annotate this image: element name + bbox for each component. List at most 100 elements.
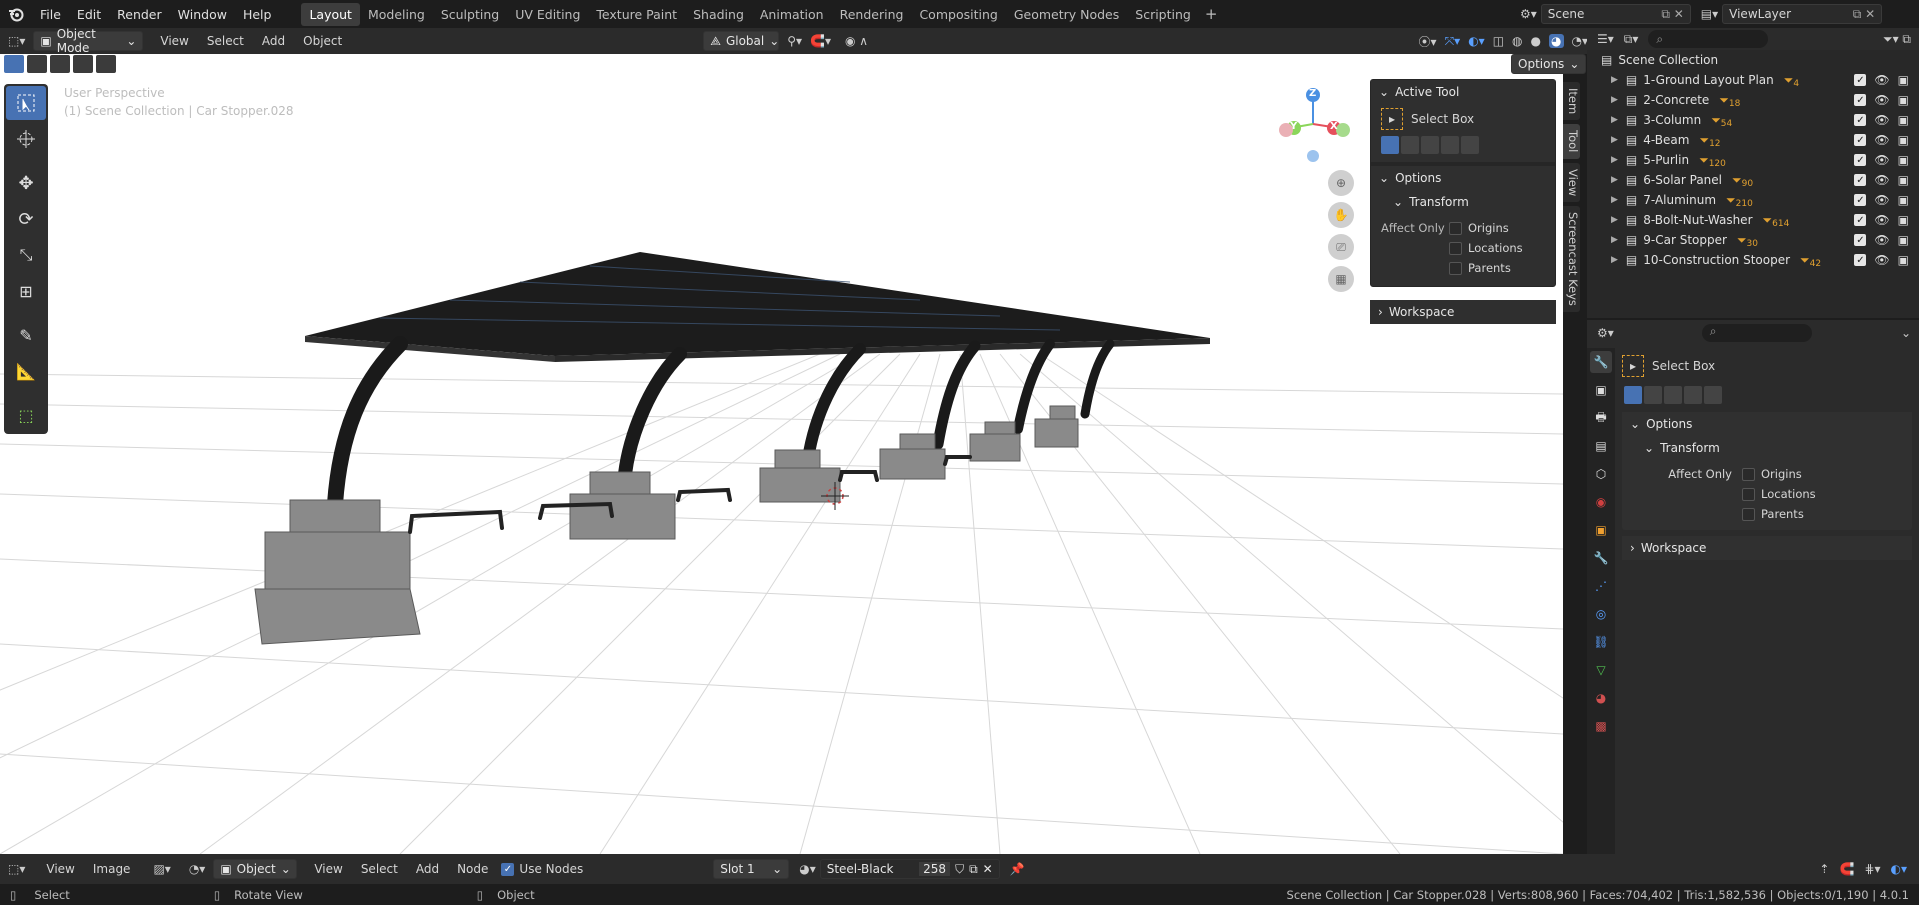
- camera-icon[interactable]: ▣: [1898, 73, 1909, 87]
- image-browse-icon[interactable]: ▨▾: [153, 862, 170, 876]
- outliner-collection-row[interactable]: ▶ ▤ 7-Aluminum ⏷ 210 ✓ 👁 ▣: [1587, 190, 1919, 210]
- overlays-icon[interactable]: ◐▾: [1468, 34, 1485, 48]
- camera-icon[interactable]: ▣: [1898, 113, 1909, 127]
- tab-animation[interactable]: Animation: [752, 3, 832, 26]
- material-name-field[interactable]: Steel-Black 258 ⛉ ⧉ ✕: [819, 859, 1000, 879]
- mode-selector[interactable]: ▣ Object Mode ⌄: [33, 27, 144, 55]
- node-menu-node[interactable]: Node: [448, 862, 497, 876]
- material-browse-icon[interactable]: ◕▾: [799, 862, 816, 876]
- use-nodes-checkbox[interactable]: ✓: [501, 862, 515, 876]
- material-tab-icon[interactable]: ◕: [1590, 687, 1612, 709]
- exclude-checkbox[interactable]: ✓: [1854, 94, 1867, 106]
- bottom-menu-image[interactable]: Image: [84, 862, 140, 876]
- eye-icon[interactable]: 👁: [1874, 253, 1889, 267]
- tab-sculpting[interactable]: Sculpting: [433, 3, 507, 26]
- exclude-checkbox[interactable]: ✓: [1854, 134, 1867, 146]
- blender-logo-icon[interactable]: [4, 2, 28, 26]
- outliner-collection-row[interactable]: ▶ ▤ 8-Bolt-Nut-Washer ⏷ 614 ✓ 👁 ▣: [1587, 210, 1919, 230]
- bottom-menu-view[interactable]: View: [37, 862, 83, 876]
- menu-edit[interactable]: Edit: [69, 7, 109, 22]
- props-locations-checkbox[interactable]: [1742, 487, 1755, 501]
- modifier-tab-icon[interactable]: 🔧: [1590, 547, 1612, 569]
- 3d-viewport[interactable]: User Perspective (1) Scene Collection | …: [0, 54, 1563, 854]
- shading-material-icon[interactable]: ◕: [1549, 34, 1564, 48]
- workspace-panel-header[interactable]: › Workspace: [1370, 300, 1556, 324]
- tab-item[interactable]: Item: [1563, 82, 1580, 121]
- new-scene-icon[interactable]: ⧉ ✕: [1661, 7, 1683, 22]
- props-mode-invert-icon[interactable]: [1684, 386, 1702, 404]
- parents-checkbox[interactable]: [1449, 261, 1462, 275]
- menu-file[interactable]: File: [32, 7, 69, 22]
- camera-icon[interactable]: ▣: [1898, 193, 1909, 207]
- props-origins-checkbox[interactable]: [1742, 467, 1755, 481]
- add-workspace-button[interactable]: +: [1199, 5, 1224, 23]
- props-options-header[interactable]: ⌄ Options: [1622, 412, 1912, 436]
- expand-arrow-icon[interactable]: ▶: [1611, 235, 1618, 245]
- render-tab-icon[interactable]: ▣: [1590, 379, 1612, 401]
- select-extend-icon[interactable]: [27, 55, 47, 73]
- expand-arrow-icon[interactable]: ▶: [1611, 255, 1618, 265]
- exclude-checkbox[interactable]: ✓: [1854, 254, 1867, 266]
- props-parents-checkbox[interactable]: [1742, 507, 1755, 521]
- mode-subtract-icon[interactable]: [1421, 136, 1439, 154]
- eye-icon[interactable]: 👁: [1874, 173, 1889, 187]
- xray-icon[interactable]: ◫: [1493, 34, 1504, 48]
- pin-icon[interactable]: 📌: [1010, 862, 1025, 876]
- snap-icon[interactable]: 🧲▾: [810, 34, 831, 48]
- props-transform-header[interactable]: ⌄ Transform: [1622, 436, 1912, 460]
- select-new-icon[interactable]: [4, 55, 24, 73]
- scene-icon[interactable]: ⚙▾: [1520, 7, 1537, 21]
- pivot-icon[interactable]: ⚲▾: [787, 34, 802, 48]
- origins-checkbox[interactable]: [1449, 221, 1462, 235]
- menu-select[interactable]: Select: [198, 34, 253, 48]
- outliner-collection-row[interactable]: ▶ ▤ 3-Column ⏷ 54 ✓ 👁 ▣: [1587, 110, 1919, 130]
- expand-arrow-icon[interactable]: ▶: [1611, 75, 1618, 85]
- view-layer-icon[interactable]: ▤▾: [1701, 7, 1718, 21]
- eye-icon[interactable]: 👁: [1874, 193, 1889, 207]
- new-view-layer-icon[interactable]: ⧉ ✕: [1853, 7, 1875, 22]
- slot-selector[interactable]: Slot 1 ⌄: [713, 859, 790, 879]
- shader-editor-type-icon[interactable]: ⬚▾: [8, 862, 25, 876]
- menu-window[interactable]: Window: [170, 7, 235, 22]
- editor-type-icon[interactable]: ⬚▾: [8, 34, 25, 48]
- shader-type-icon[interactable]: ◔▾: [189, 862, 206, 876]
- physics-tab-icon[interactable]: ◎: [1590, 603, 1612, 625]
- scale-tool-icon[interactable]: ⤡: [6, 238, 46, 272]
- select-intersect-icon[interactable]: [96, 55, 116, 73]
- select-invert-icon[interactable]: [73, 55, 93, 73]
- outliner-collection-row[interactable]: ▶ ▤ 4-Beam ⏷ 12 ✓ 👁 ▣: [1587, 130, 1919, 150]
- camera-icon[interactable]: ▣: [1898, 213, 1909, 227]
- mode-intersect-icon[interactable]: [1461, 136, 1479, 154]
- outliner-collection-row[interactable]: ▶ ▤ 2-Concrete ⏷ 18 ✓ 👁 ▣: [1587, 90, 1919, 110]
- eye-icon[interactable]: 👁: [1874, 93, 1889, 107]
- object-tab-icon[interactable]: ▣: [1590, 519, 1612, 541]
- constraints-tab-icon[interactable]: ⛓: [1590, 631, 1612, 653]
- pan-hand-icon[interactable]: ✋: [1328, 202, 1354, 228]
- exclude-checkbox[interactable]: ✓: [1854, 174, 1867, 186]
- display-mode-icon[interactable]: ⧉▾: [1624, 32, 1639, 47]
- tab-geometry-nodes[interactable]: Geometry Nodes: [1006, 3, 1127, 26]
- active-tool-header[interactable]: ⌄ Active Tool: [1371, 80, 1555, 104]
- menu-view[interactable]: View: [151, 34, 197, 48]
- expand-arrow-icon[interactable]: ▶: [1611, 195, 1618, 205]
- tab-uv-editing[interactable]: UV Editing: [507, 3, 588, 26]
- scene-collection-row[interactable]: ▤ Scene Collection: [1587, 50, 1919, 70]
- eye-icon[interactable]: 👁: [1874, 73, 1889, 87]
- options-button[interactable]: Options ⌄: [1511, 54, 1587, 74]
- snap-node-icon[interactable]: 🧲: [1839, 862, 1854, 876]
- exclude-checkbox[interactable]: ✓: [1854, 114, 1867, 126]
- move-tool-icon[interactable]: ✥: [6, 166, 46, 200]
- particles-tab-icon[interactable]: ⋰: [1590, 575, 1612, 597]
- camera-icon[interactable]: ▣: [1898, 253, 1909, 267]
- ortho-grid-icon[interactable]: ▦: [1328, 266, 1354, 292]
- view-layer-tab-icon[interactable]: ▤: [1590, 435, 1612, 457]
- mode-invert-icon[interactable]: [1441, 136, 1459, 154]
- tab-texture-paint[interactable]: Texture Paint: [588, 3, 685, 26]
- data-tab-icon[interactable]: ▽: [1590, 659, 1612, 681]
- expand-arrow-icon[interactable]: ▶: [1611, 115, 1618, 125]
- expand-arrow-icon[interactable]: ▶: [1611, 175, 1618, 185]
- transform-header[interactable]: ⌄ Transform: [1371, 190, 1555, 214]
- camera-icon[interactable]: ▣: [1898, 233, 1909, 247]
- camera-icon[interactable]: ▣: [1898, 133, 1909, 147]
- scene-selector[interactable]: Scene ⧉ ✕: [1540, 4, 1691, 24]
